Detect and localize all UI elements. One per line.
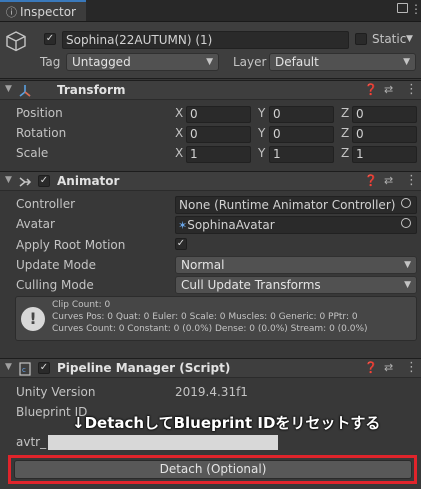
info-line-clip-count: Clip Count: 0	[52, 300, 111, 310]
unity-version-label: Unity Version	[16, 385, 96, 399]
axis-y-label[interactable]: Y	[258, 106, 265, 120]
chevron-down-icon: ▼	[404, 280, 411, 290]
preset-icon[interactable]: ⇄	[384, 83, 393, 96]
info-exclamation-icon: !	[21, 307, 45, 331]
update-mode-label: Update Mode	[16, 258, 96, 272]
tag-label: Tag	[40, 55, 61, 69]
animator-icon	[19, 177, 32, 187]
preset-icon[interactable]: ⇄	[384, 361, 393, 374]
help-icon[interactable]: ❓	[364, 361, 378, 374]
scale-label: Scale	[16, 146, 49, 160]
axis-z-label[interactable]: Z	[341, 146, 349, 160]
culling-mode-label: Culling Mode	[16, 278, 94, 292]
tab-menu-icon[interactable]: ⋮	[410, 2, 421, 16]
rotation-label: Rotation	[16, 126, 67, 140]
object-picker-icon[interactable]	[401, 218, 411, 228]
static-dropdown-arrow-icon[interactable]: ▼	[406, 34, 413, 44]
rotation-z-field[interactable]: 0	[352, 126, 417, 143]
object-picker-icon[interactable]	[401, 198, 411, 208]
info-icon: ⓘ	[6, 6, 17, 19]
axis-x-label[interactable]: X	[175, 146, 183, 160]
foldout-arrow-icon[interactable]: ▼	[5, 175, 12, 185]
pipeline-enabled-checkbox[interactable]: ✓	[38, 362, 50, 374]
avatar-label: Avatar	[16, 217, 55, 231]
scale-x-field[interactable]: 1	[186, 146, 251, 163]
tab-bar: ⓘ Inspector ⋮	[0, 0, 421, 22]
root-motion-label: Apply Root Motion	[16, 238, 126, 252]
layer-label: Layer	[233, 55, 267, 69]
help-icon[interactable]: ❓	[364, 174, 378, 187]
animator-header[interactable]: ▼ ✓ Animator ❓ ⇄ ⋮	[0, 171, 421, 191]
help-icon[interactable]: ❓	[364, 83, 378, 96]
transform-title: Transform	[57, 83, 126, 97]
component-menu-icon[interactable]: ⋮	[405, 173, 418, 188]
scale-z-field[interactable]: 1	[352, 146, 417, 163]
chevron-down-icon: ▼	[403, 57, 410, 67]
transform-header[interactable]: ▼ Transform ❓ ⇄ ⋮	[0, 80, 421, 100]
avatar-value: SophinaAvatar	[187, 218, 275, 232]
component-menu-icon[interactable]: ⋮	[405, 360, 418, 375]
tag-value: Untagged	[72, 55, 131, 69]
foldout-arrow-icon[interactable]: ▼	[5, 362, 12, 372]
axis-y-label[interactable]: Y	[258, 146, 265, 160]
position-label: Position	[16, 106, 63, 120]
position-z-field[interactable]: 0	[352, 106, 417, 123]
avatar-field[interactable]: ✶SophinaAvatar	[175, 216, 417, 234]
position-x-field[interactable]: 0	[186, 106, 251, 123]
blueprint-id-redacted	[48, 435, 278, 450]
update-mode-value: Normal	[181, 258, 225, 272]
tag-dropdown[interactable]: Untagged ▼	[66, 53, 219, 71]
tab-title: Inspector	[20, 5, 76, 19]
position-y-field[interactable]: 0	[269, 106, 334, 123]
gameobject-name-field[interactable]: Sophina(22AUTUMN) (1)	[62, 31, 349, 49]
animator-title: Animator	[57, 174, 120, 188]
pipeline-title: Pipeline Manager (Script)	[57, 361, 231, 375]
svg-text:c: c	[22, 366, 26, 374]
info-line-curves-pos: Curves Pos: 0 Quat: 0 Euler: 0 Scale: 0 …	[52, 312, 358, 322]
animator-enabled-checkbox[interactable]: ✓	[38, 175, 50, 187]
rotation-x-field[interactable]: 0	[186, 126, 251, 143]
avatar-person-icon: ✶	[178, 219, 188, 232]
lock-icon[interactable]	[397, 3, 408, 13]
script-icon: c	[19, 362, 31, 376]
detach-button[interactable]: Detach (Optional)	[14, 460, 412, 479]
static-label[interactable]: Static	[372, 32, 406, 46]
scale-y-field[interactable]: 1	[269, 146, 334, 163]
preset-icon[interactable]: ⇄	[384, 174, 393, 187]
annotation-text: ↓DetachしてBlueprint IDをリセットする	[72, 414, 381, 432]
gameobject-header: ✓ Sophina(22AUTUMN) (1) Static ▼ Tag Unt…	[0, 22, 421, 79]
culling-mode-value: Cull Update Transforms	[181, 278, 321, 292]
axis-z-label[interactable]: Z	[341, 126, 349, 140]
controller-label: Controller	[16, 197, 76, 211]
controller-field[interactable]: None (Runtime Animator Controller)	[175, 196, 417, 214]
axis-y-label[interactable]: Y	[258, 126, 265, 140]
rotation-y-field[interactable]: 0	[269, 126, 334, 143]
axis-x-label[interactable]: X	[175, 106, 183, 120]
animator-info-box: ! Clip Count: 0 Curves Pos: 0 Quat: 0 Eu…	[15, 296, 417, 341]
layer-dropdown[interactable]: Default ▼	[269, 53, 416, 71]
culling-mode-dropdown[interactable]: Cull Update Transforms ▼	[175, 276, 417, 294]
static-checkbox[interactable]	[355, 33, 367, 45]
foldout-arrow-icon[interactable]: ▼	[5, 84, 12, 94]
chevron-down-icon: ▼	[206, 57, 213, 67]
info-line-curves-count: Curves Count: 0 Constant: 0 (0.0%) Dense…	[52, 324, 368, 334]
active-checkbox[interactable]: ✓	[44, 33, 56, 45]
gameobject-cube-icon	[6, 31, 26, 52]
inspector-tab[interactable]: ⓘ Inspector	[0, 0, 86, 21]
layer-value: Default	[275, 55, 319, 69]
axis-z-label[interactable]: Z	[341, 106, 349, 120]
chevron-down-icon: ▼	[404, 260, 411, 270]
unity-version-value: 2019.4.31f1	[175, 385, 248, 399]
component-menu-icon[interactable]: ⋮	[405, 82, 418, 97]
axis-x-label[interactable]: X	[175, 126, 183, 140]
blueprint-prefix: avtr_	[16, 435, 47, 449]
root-motion-checkbox[interactable]: ✓	[175, 238, 187, 250]
transform-icon	[19, 85, 31, 97]
pipeline-header[interactable]: ▼ c ✓ Pipeline Manager (Script) ❓ ⇄ ⋮	[0, 358, 421, 378]
update-mode-dropdown[interactable]: Normal ▼	[175, 256, 417, 274]
